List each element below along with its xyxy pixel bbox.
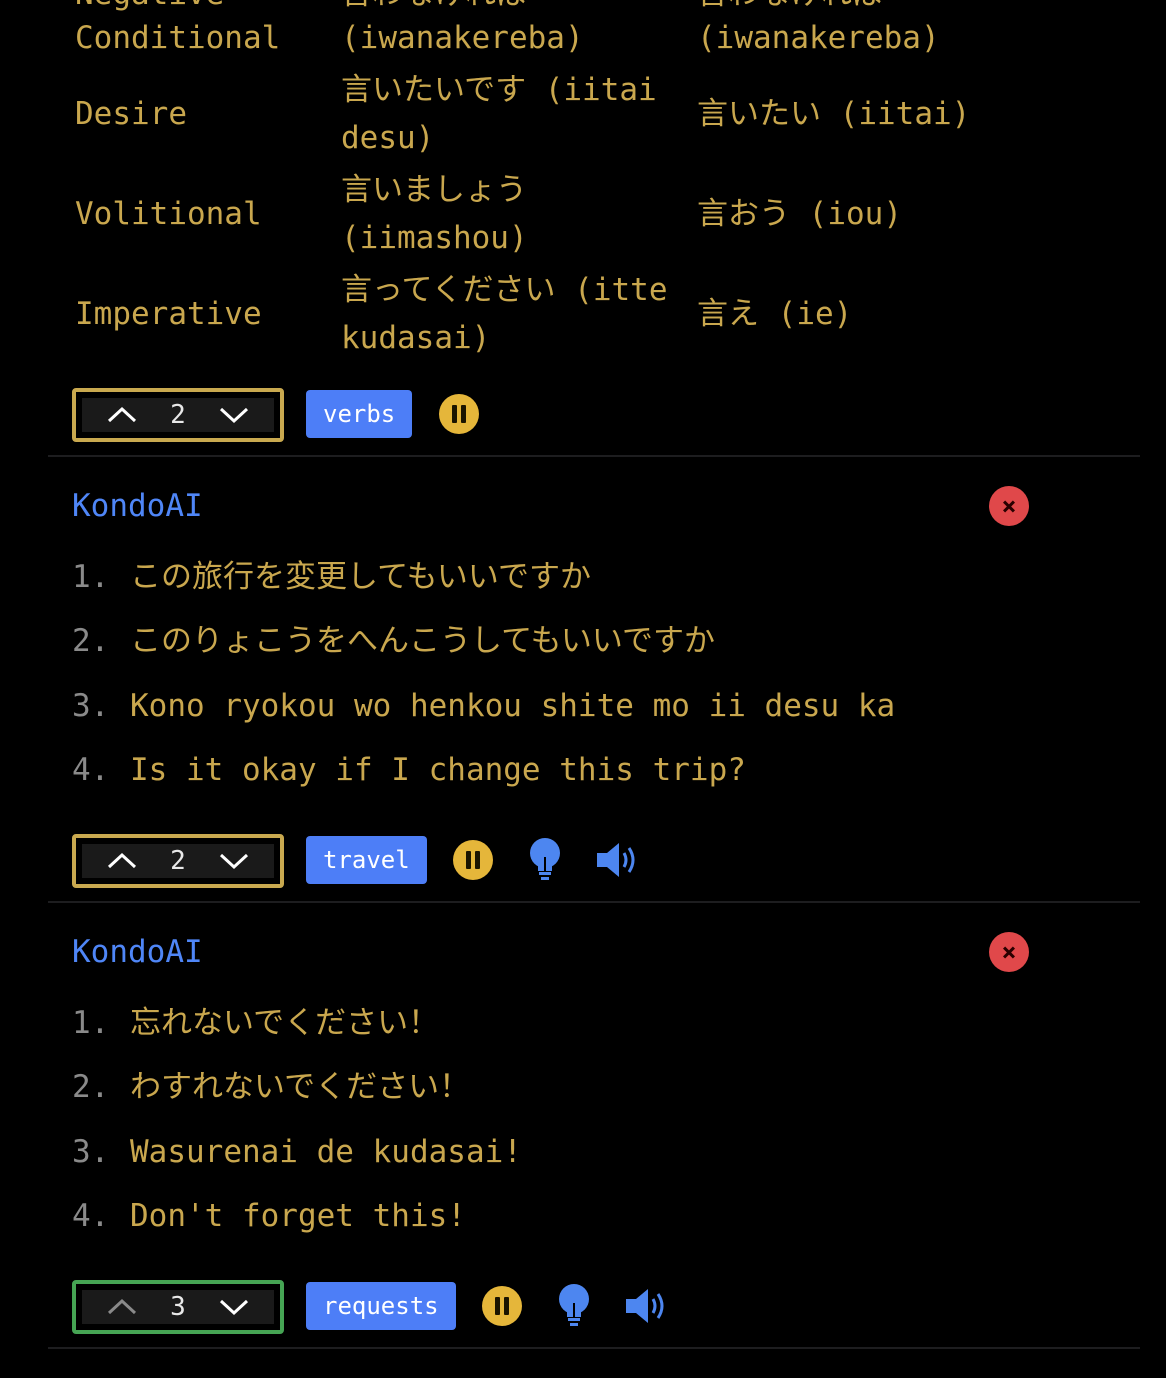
- table-cell-plain: 言いたい (iitai): [697, 96, 971, 132]
- count-stepper[interactable]: 2: [72, 834, 284, 888]
- author-name: KondoAI: [72, 488, 203, 524]
- divider: [48, 455, 1140, 457]
- close-icon[interactable]: [989, 486, 1029, 526]
- table-cell-plain: 言おう (iou): [697, 196, 902, 232]
- table-cell-polite: (iwanakereba): [341, 20, 584, 56]
- table-cell-polite: 言いましょう: [341, 172, 527, 208]
- table-cell-form: Desire: [75, 96, 187, 132]
- list-item: 1. 忘れないでください！: [72, 1005, 440, 1041]
- tag-button[interactable]: travel: [306, 836, 427, 884]
- chevron-down-icon[interactable]: [218, 1294, 250, 1320]
- table-cell-polite: desu): [341, 120, 435, 156]
- divider: [48, 1347, 1140, 1349]
- table-cell-polite: kudasai): [341, 320, 491, 356]
- speaker-icon[interactable]: [595, 840, 641, 880]
- table-cell-form: Imperative: [75, 296, 262, 332]
- list-item: 3. Wasurenai de kudasai!: [72, 1134, 522, 1170]
- tag-button[interactable]: verbs: [306, 390, 413, 438]
- table-cell-form: Volitional: [75, 196, 262, 232]
- table-cell-polite: 言いたいです (iitai: [341, 72, 657, 108]
- divider: [48, 901, 1140, 903]
- table-cell-form: Conditional: [75, 20, 281, 56]
- table-cell-plain: (iwanakereba): [697, 20, 940, 56]
- table-cell-polite: (iimashou): [341, 220, 528, 256]
- list-item: 4. Don't forget this!: [72, 1198, 466, 1234]
- tag-button[interactable]: requests: [306, 1282, 456, 1330]
- count-stepper[interactable]: 2: [72, 388, 284, 442]
- list-item: 1. この旅行を変更してもいいですか: [72, 559, 591, 595]
- pause-icon[interactable]: [453, 840, 493, 880]
- chevron-down-icon[interactable]: [218, 402, 250, 428]
- list-item: 2. わすれないでください！: [72, 1069, 471, 1105]
- close-icon[interactable]: [989, 932, 1029, 972]
- list-item: 2. このりょこうをへんこうしてもいいですか: [72, 623, 715, 659]
- count-stepper[interactable]: 3: [72, 1280, 284, 1334]
- list-item: 4. Is it okay if I change this trip?: [72, 752, 746, 788]
- table-cell-plain: 言え (ie): [697, 296, 853, 332]
- table-cell-polite: 言ってください (itte: [341, 272, 668, 308]
- chevron-down-icon[interactable]: [218, 848, 250, 874]
- list-item: 3. Kono ryokou wo henkou shite mo ii desu…: [72, 688, 896, 724]
- pause-icon[interactable]: [439, 394, 479, 434]
- author-name: KondoAI: [72, 934, 203, 970]
- speaker-icon[interactable]: [624, 1286, 670, 1326]
- pause-icon[interactable]: [482, 1286, 522, 1326]
- lightbulb-icon[interactable]: [526, 837, 564, 883]
- lightbulb-icon[interactable]: [555, 1283, 593, 1329]
